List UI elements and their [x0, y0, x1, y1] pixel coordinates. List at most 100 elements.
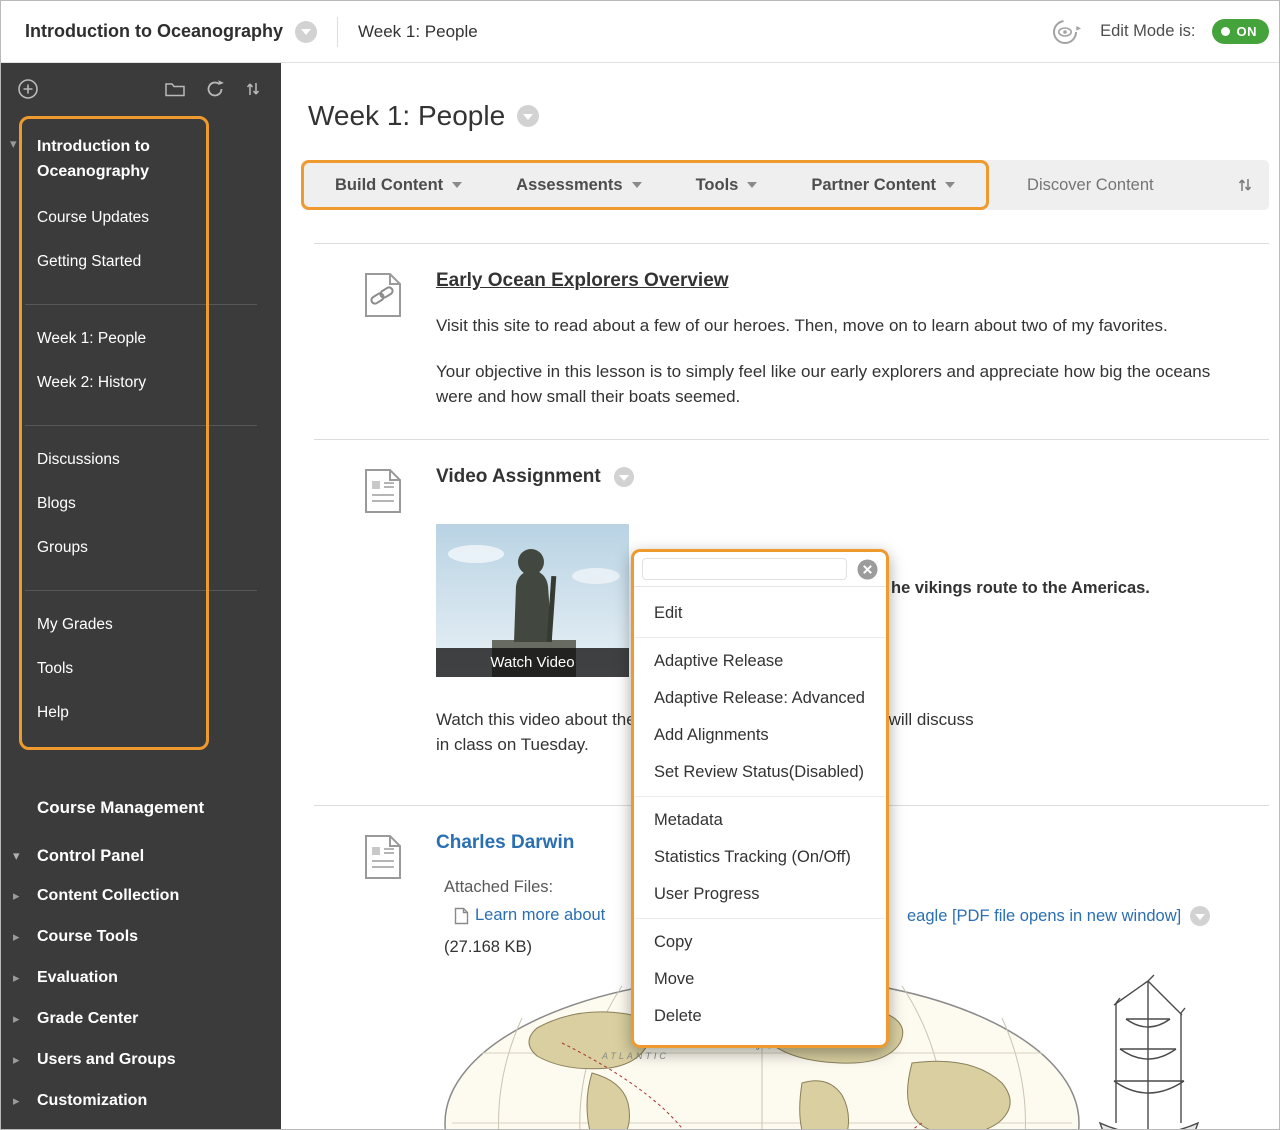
file-options-chevron-icon[interactable]	[1190, 906, 1210, 926]
sidebar-item-week-1-people[interactable]: Week 1: People	[1, 317, 281, 361]
item-options-chevron-icon[interactable]	[614, 467, 634, 487]
build-content-button[interactable]: Build Content	[308, 163, 489, 207]
pdf-link-text-right[interactable]: eagle [PDF file opens in new window]	[907, 906, 1210, 926]
mgmt-item-label: Customization	[37, 1090, 147, 1111]
ship-illustration	[1086, 973, 1211, 1130]
chevron-down-icon	[452, 182, 462, 188]
reorder-icon[interactable]	[245, 80, 261, 98]
menu-item-copy[interactable]: Copy	[634, 924, 886, 961]
mgmt-item-label: Evaluation	[37, 967, 118, 988]
menu-divider	[25, 425, 257, 426]
item-title-link[interactable]: Early Ocean Explorers Overview	[436, 270, 729, 292]
watch-video-button[interactable]: Watch Video	[436, 648, 629, 677]
add-menu-item-icon[interactable]	[17, 78, 39, 100]
item-description: Your objective in this lesson is to simp…	[436, 359, 1236, 409]
chevron-right-icon: ▸	[13, 1011, 37, 1027]
sidebar-item-content-collection[interactable]: ▸ Content Collection	[1, 875, 281, 916]
video-description-line2: in class on Tuesday.	[436, 735, 589, 754]
close-icon[interactable]	[857, 559, 878, 580]
pdf-link-label: eagle [PDF file opens in new window]	[907, 907, 1181, 926]
partner-content-label: Partner Content	[811, 176, 936, 195]
context-menu-header	[634, 552, 886, 587]
menu-item-move[interactable]: Move	[634, 961, 886, 998]
item-title-link[interactable]: Video Assignment	[436, 466, 601, 488]
context-menu-group: Adaptive Release Adaptive Release: Advan…	[634, 637, 886, 791]
content-document-icon	[364, 468, 402, 757]
sidebar-item-blogs[interactable]: Blogs	[1, 482, 281, 526]
menu-item-set-review-status[interactable]: Set Review Status(Disabled)	[634, 754, 886, 791]
topbar-right: Edit Mode is: ON	[1048, 18, 1280, 46]
page-title-chevron-icon[interactable]	[517, 105, 539, 127]
top-bar: Introduction to Oceanography Week 1: Peo…	[1, 1, 1280, 63]
pdf-link-text-left[interactable]: Learn more about	[475, 906, 605, 925]
item-title-link[interactable]: Charles Darwin	[436, 832, 574, 854]
video-thumbnail[interactable]: Watch Video	[436, 524, 629, 677]
sidebar-item-customization[interactable]: ▸ Customization	[1, 1080, 281, 1121]
triangle-down-icon: ▾	[13, 848, 37, 864]
page-title: Week 1: People	[308, 99, 505, 133]
menu-item-user-progress[interactable]: User Progress	[634, 876, 886, 913]
topbar-divider	[337, 17, 338, 47]
context-menu-group: Metadata Statistics Tracking (On/Off) Us…	[634, 796, 886, 913]
course-management-section: Course Management ▾ Control Panel ▸ Cont…	[1, 797, 281, 1121]
menu-item-adaptive-release-advanced[interactable]: Adaptive Release: Advanced	[634, 680, 886, 717]
sidebar-item-tools[interactable]: Tools	[1, 647, 281, 691]
sidebar-item-course-tools[interactable]: ▸ Course Tools	[1, 916, 281, 957]
chevron-right-icon: ▸	[13, 888, 37, 904]
collapse-menu-icon[interactable]: ▾	[10, 136, 17, 152]
chevron-down-icon	[945, 182, 955, 188]
sidebar: ▾ Introduction to Oceanography Course Up…	[1, 63, 281, 1130]
edit-mode-toggle[interactable]: ON	[1212, 19, 1270, 44]
context-menu: Edit Adaptive Release Adaptive Release: …	[631, 549, 889, 1048]
sidebar-item-users-and-groups[interactable]: ▸ Users and Groups	[1, 1039, 281, 1080]
assessments-button[interactable]: Assessments	[489, 163, 668, 207]
context-menu-group: Edit	[634, 595, 886, 632]
menu-divider	[25, 590, 257, 591]
folder-view-icon[interactable]	[165, 81, 185, 97]
action-bar: Build Content Assessments Tools Partner …	[301, 160, 1269, 210]
refresh-icon[interactable]	[205, 79, 225, 99]
weblink-document-icon	[364, 272, 402, 409]
sidebar-item-getting-started[interactable]: Getting Started	[1, 240, 281, 284]
menu-item-delete[interactable]: Delete	[634, 998, 886, 1035]
edit-mode-state: ON	[1237, 24, 1258, 39]
context-menu-list: Edit Adaptive Release Adaptive Release: …	[634, 587, 886, 1045]
sidebar-toolbar	[1, 63, 281, 100]
menu-item-add-alignments[interactable]: Add Alignments	[634, 717, 886, 754]
menu-item-adaptive-release[interactable]: Adaptive Release	[634, 643, 886, 680]
sidebar-item-groups[interactable]: Groups	[1, 526, 281, 570]
mgmt-item-label: Users and Groups	[37, 1049, 176, 1070]
sidebar-item-my-grades[interactable]: My Grades	[1, 603, 281, 647]
mgmt-item-label: Content Collection	[37, 885, 179, 906]
context-menu-title-field	[642, 558, 847, 580]
chevron-right-icon: ▸	[13, 1052, 37, 1068]
course-menu-chevron-icon[interactable]	[295, 21, 317, 43]
chevron-right-icon: ▸	[13, 1093, 37, 1109]
sidebar-item-help[interactable]: Help	[1, 691, 281, 735]
chevron-right-icon: ▸	[13, 929, 37, 945]
video-caption-fragment: he vikings route to the Americas.	[891, 579, 1150, 598]
item-title-row: Video Assignment	[436, 466, 1269, 488]
tools-button[interactable]: Tools	[669, 163, 785, 207]
sidebar-item-discussions[interactable]: Discussions	[1, 438, 281, 482]
menu-divider	[25, 304, 257, 305]
menu-item-statistics-tracking[interactable]: Statistics Tracking (On/Off)	[634, 839, 886, 876]
assessments-label: Assessments	[516, 176, 622, 195]
partner-content-button[interactable]: Partner Content	[784, 163, 982, 207]
sort-icon[interactable]	[1237, 176, 1253, 194]
sidebar-item-week-2-history[interactable]: Week 2: History	[1, 361, 281, 405]
discover-content-button[interactable]: Discover Content	[1027, 176, 1154, 195]
control-panel-label: Control Panel	[37, 845, 144, 867]
chevron-down-icon	[632, 182, 642, 188]
menu-item-metadata[interactable]: Metadata	[634, 802, 886, 839]
student-preview-icon[interactable]	[1048, 18, 1084, 46]
sidebar-item-course-entry[interactable]: Introduction to Oceanography	[1, 120, 191, 196]
map-ocean-label: ATLANTIC	[601, 1051, 669, 1061]
sidebar-item-grade-center[interactable]: ▸ Grade Center	[1, 998, 281, 1039]
sidebar-item-evaluation[interactable]: ▸ Evaluation	[1, 957, 281, 998]
action-bar-highlight-box: Build Content Assessments Tools Partner …	[301, 160, 989, 210]
menu-item-edit[interactable]: Edit	[634, 595, 886, 632]
sidebar-item-control-panel[interactable]: ▾ Control Panel	[1, 837, 281, 875]
sidebar-item-course-updates[interactable]: Course Updates	[1, 196, 281, 240]
course-management-heading: Course Management	[1, 797, 281, 819]
